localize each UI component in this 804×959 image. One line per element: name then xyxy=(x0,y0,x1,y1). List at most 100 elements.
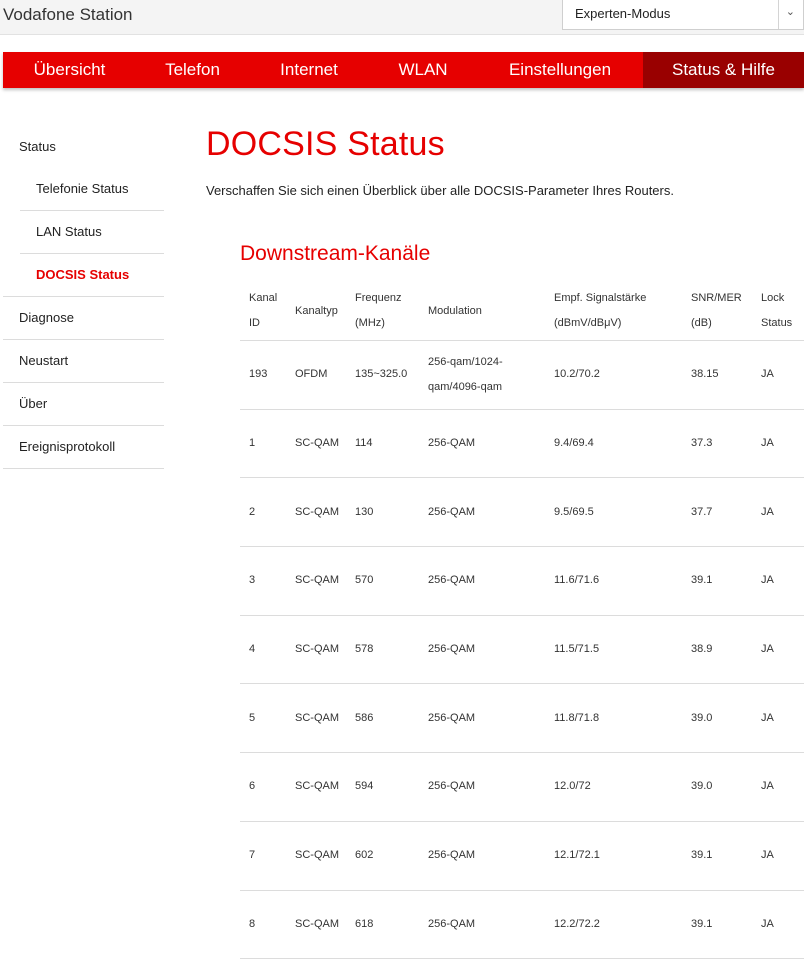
select-divider xyxy=(778,0,779,29)
table-cell: JA xyxy=(752,546,804,616)
table-cell: 256-QAM xyxy=(419,752,545,822)
table-cell: 12.2/72.2 xyxy=(545,890,682,959)
app-title: Vodafone Station xyxy=(3,5,133,24)
table-cell: 11.8/71.8 xyxy=(545,683,682,754)
sidebar-item-telefonie-status[interactable]: Telefonie Status xyxy=(20,168,164,211)
table-cell: SC-QAM xyxy=(286,890,346,959)
sidebar-item-ereignisprotokoll[interactable]: Ereignisprotokoll xyxy=(3,426,164,469)
table-row: 5 SC-QAM 586 256-QAM 11.8/71.8 39.0 JA xyxy=(240,683,804,754)
table-cell: 256-qam/1024-qam/4096-qam xyxy=(419,340,545,410)
table-cell: 570 xyxy=(346,546,419,616)
nav-item-telefon[interactable]: Telefon xyxy=(136,52,249,88)
sidebar-item-ueber[interactable]: Über xyxy=(3,383,164,426)
top-bar: Vodafone Station Experten-Modus ⌄ xyxy=(0,0,804,35)
nav-item-wlan[interactable]: WLAN xyxy=(369,52,477,88)
table-cell: 5 xyxy=(240,683,286,754)
table-cell: 8 xyxy=(240,890,286,959)
table-cell: JA xyxy=(752,752,804,822)
column-header: Frequenz (MHz) xyxy=(346,282,419,341)
table-cell: 3 xyxy=(240,546,286,616)
table-cell: 12.0/72 xyxy=(545,752,682,822)
table-cell: 256-QAM xyxy=(419,821,545,891)
table-row: 8 SC-QAM 618 256-QAM 12.2/72.2 39.1 JA xyxy=(240,890,804,959)
table-cell: 602 xyxy=(346,821,419,891)
table-cell: JA xyxy=(752,821,804,891)
table-cell: 135~325.0 xyxy=(346,340,419,410)
table-cell: 193 xyxy=(240,340,286,410)
sidebar-item-docsis-status[interactable]: DOCSIS Status xyxy=(3,254,164,297)
table-cell: 4 xyxy=(240,615,286,685)
page-intro: Verschaffen Sie sich einen Überblick übe… xyxy=(206,183,674,198)
table-cell: JA xyxy=(752,890,804,959)
table-cell: 38.9 xyxy=(682,615,752,685)
table-cell: 2 xyxy=(240,477,286,548)
table-cell: 130 xyxy=(346,477,419,548)
table-cell: 9.4/69.4 xyxy=(545,409,682,479)
table-row: 1 SC-QAM 114 256-QAM 9.4/69.4 37.3 JA xyxy=(240,409,804,479)
table-row: 4 SC-QAM 578 256-QAM 11.5/71.5 38.9 JA xyxy=(240,615,804,685)
table-cell: 11.6/71.6 xyxy=(545,546,682,616)
table-row: 3 SC-QAM 570 256-QAM 11.6/71.6 39.1 JA xyxy=(240,546,804,616)
table-cell: JA xyxy=(752,340,804,410)
column-header: SNR/MER (dB) xyxy=(682,282,752,341)
table-cell: SC-QAM xyxy=(286,752,346,822)
sidebar: Status Telefonie Status LAN Status DOCSI… xyxy=(3,126,164,469)
table-cell: JA xyxy=(752,477,804,548)
table-cell: 11.5/71.5 xyxy=(545,615,682,685)
table-cell: 6 xyxy=(240,752,286,822)
table-cell: 256-QAM xyxy=(419,409,545,479)
table-cell: 7 xyxy=(240,821,286,891)
table-cell: 39.1 xyxy=(682,821,752,891)
downstream-table: Kanal ID Kanaltyp Frequenz (MHz) Modulat… xyxy=(240,282,804,959)
table-cell: SC-QAM xyxy=(286,546,346,616)
mode-select[interactable]: Experten-Modus ⌄ xyxy=(562,0,804,30)
table-cell: SC-QAM xyxy=(286,683,346,754)
table-cell: OFDM xyxy=(286,340,346,410)
column-header: Modulation xyxy=(419,282,545,341)
nav-item-uebersicht[interactable]: Übersicht xyxy=(3,52,136,88)
column-header: Kanaltyp xyxy=(286,282,346,341)
table-cell: 39.0 xyxy=(682,683,752,754)
table-cell: JA xyxy=(752,409,804,479)
mode-select-value: Experten-Modus xyxy=(575,6,671,21)
column-header: Lock Status xyxy=(752,282,804,341)
table-cell: SC-QAM xyxy=(286,615,346,685)
table-cell: SC-QAM xyxy=(286,477,346,548)
table-row: 2 SC-QAM 130 256-QAM 9.5/69.5 37.7 JA xyxy=(240,477,804,548)
table-cell: JA xyxy=(752,615,804,685)
table-cell: 256-QAM xyxy=(419,546,545,616)
table-cell: 256-QAM xyxy=(419,477,545,548)
table-cell: 594 xyxy=(346,752,419,822)
table-cell: 256-QAM xyxy=(419,615,545,685)
table-cell: 39.0 xyxy=(682,752,752,822)
table-row: 6 SC-QAM 594 256-QAM 12.0/72 39.0 JA xyxy=(240,752,804,822)
table-row: 193 OFDM 135~325.0 256-qam/1024-qam/4096-qa… xyxy=(240,340,804,410)
nav-item-einstellungen[interactable]: Einstellungen xyxy=(477,52,643,88)
sidebar-item-diagnose[interactable]: Diagnose xyxy=(3,297,164,340)
table-cell: 12.1/72.1 xyxy=(545,821,682,891)
sidebar-item-lan-status[interactable]: LAN Status xyxy=(20,211,164,254)
column-header: Empf. Signalstärke (dBmV/dBμV) xyxy=(545,282,682,341)
table-cell: SC-QAM xyxy=(286,821,346,891)
table-cell: JA xyxy=(752,683,804,754)
column-header: Kanal ID xyxy=(240,282,286,341)
table-cell: 10.2/70.2 xyxy=(545,340,682,410)
table-cell: 578 xyxy=(346,615,419,685)
table-cell: 37.7 xyxy=(682,477,752,548)
nav-item-status-hilfe[interactable]: Status & Hilfe xyxy=(643,52,804,88)
table-cell: 38.15 xyxy=(682,340,752,410)
chevron-down-icon[interactable]: ⌄ xyxy=(786,5,795,18)
table-cell: 37.3 xyxy=(682,409,752,479)
main-nav: Übersicht Telefon Internet WLAN Einstell… xyxy=(3,52,804,88)
table-cell: 9.5/69.5 xyxy=(545,477,682,548)
table-row: 7 SC-QAM 602 256-QAM 12.1/72.1 39.1 JA xyxy=(240,821,804,891)
table-cell: 256-QAM xyxy=(419,890,545,959)
page-title: DOCSIS Status xyxy=(206,125,445,163)
table-cell: 586 xyxy=(346,683,419,754)
table-cell: SC-QAM xyxy=(286,409,346,479)
section-title-downstream: Downstream-Kanäle xyxy=(240,242,431,265)
nav-item-internet[interactable]: Internet xyxy=(249,52,369,88)
table-header-row: Kanal ID Kanaltyp Frequenz (MHz) Modulat… xyxy=(240,282,804,341)
sidebar-item-status[interactable]: Status xyxy=(3,126,164,168)
sidebar-item-neustart[interactable]: Neustart xyxy=(3,340,164,383)
